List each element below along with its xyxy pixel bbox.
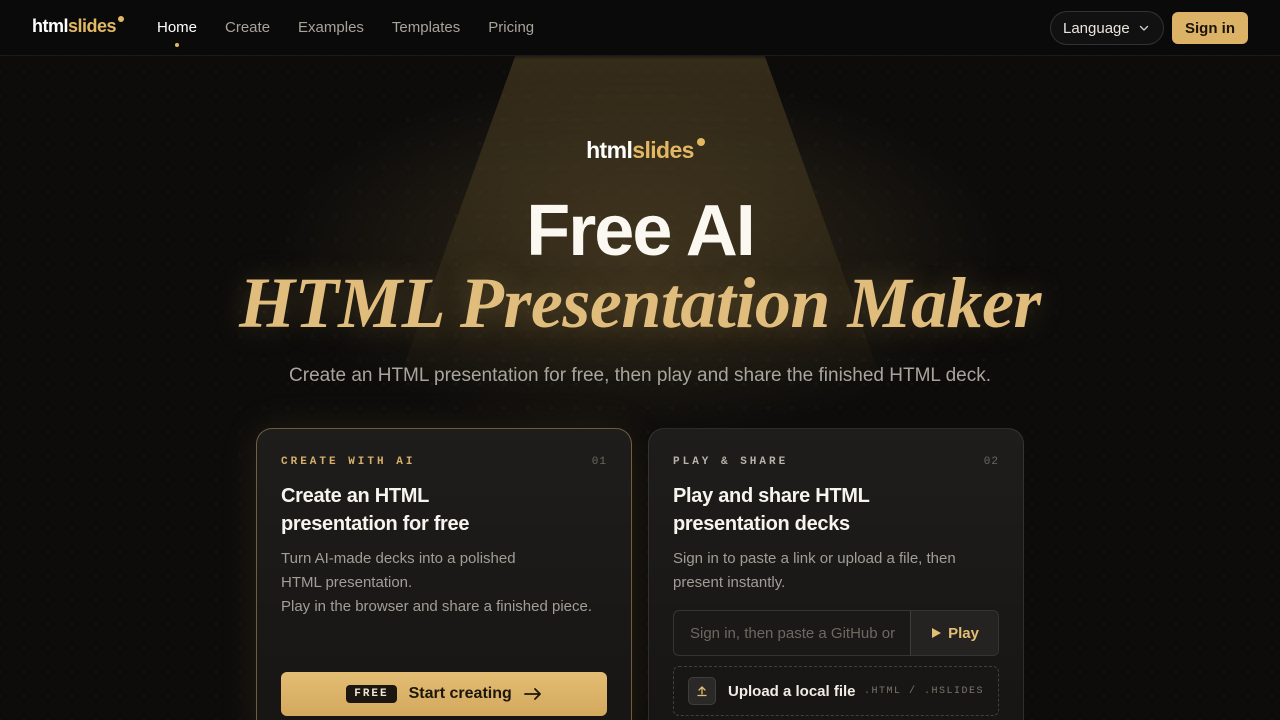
- create-card-description: Turn AI-made decks into a polished HTML …: [281, 547, 611, 619]
- create-card-desc-line3: Play in the browser and share a finished…: [281, 598, 593, 615]
- create-card-number: 01: [591, 456, 607, 468]
- create-card-desc-line2: HTML presentation.: [281, 574, 413, 591]
- hero-logo-text-html: html: [586, 137, 633, 163]
- create-card-title-line1: Create an HTML: [281, 485, 430, 507]
- play-card-eyebrow: PLAY & SHARE: [673, 456, 789, 468]
- create-card-title-line2: presentation for free: [281, 513, 470, 535]
- nav-links: Home Create Examples Templates Pricing: [157, 19, 534, 47]
- upload-icon: [688, 677, 716, 705]
- play-card-number: 02: [983, 456, 999, 468]
- play-button[interactable]: Play: [910, 611, 998, 655]
- play-card-title-line2: presentation decks: [673, 513, 850, 535]
- chevron-down-icon: [1139, 25, 1148, 31]
- hero-subtitle: Create an HTML presentation for free, th…: [289, 365, 991, 386]
- upload-extensions: .HTML / .HSLIDES: [863, 685, 984, 697]
- logo-text-html: html: [32, 16, 69, 36]
- logo-dot: [118, 16, 125, 22]
- logo-text-slides: slides: [68, 16, 117, 36]
- nav-link-home[interactable]: Home: [157, 19, 197, 47]
- arrow-right-icon: [523, 688, 541, 700]
- background-dots: [0, 0, 1280, 720]
- play-label: Play: [948, 624, 979, 642]
- language-label: Language: [1063, 19, 1130, 37]
- play-card-title: Play and share HTML presentation decks: [673, 482, 973, 538]
- play-card-desc-line1: Sign in to paste a link or upload a file…: [673, 550, 956, 567]
- create-card-desc-line1: Turn AI-made decks into a polished: [281, 550, 516, 567]
- hero-logo: htmlslides: [0, 137, 1280, 164]
- hero-logo-text-slides: slides: [632, 137, 694, 163]
- nav-logo[interactable]: htmlslides: [32, 16, 125, 37]
- nav-link-pricing[interactable]: Pricing: [488, 19, 534, 36]
- create-card-title: Create an HTML presentation for free: [281, 482, 581, 538]
- start-creating-button[interactable]: FREE Start creating: [281, 672, 607, 716]
- link-input-row: Play: [673, 610, 999, 656]
- play-card-desc-line2: present instantly.: [673, 574, 786, 591]
- nav-link-templates[interactable]: Templates: [392, 19, 460, 36]
- play-card-title-line1: Play and share HTML: [673, 485, 870, 507]
- create-card-eyebrow: CREATE WITH AI: [281, 456, 416, 468]
- upload-label: Upload a local file: [728, 682, 856, 700]
- presentation-link-input[interactable]: [674, 611, 910, 655]
- hero-title-line2: HTML Presentation Maker: [239, 263, 1041, 343]
- top-nav: htmlslides Home Create Examples Template…: [0, 0, 1280, 56]
- nav-link-create[interactable]: Create: [225, 19, 270, 36]
- hero-title-line1: Free AI: [526, 191, 755, 271]
- play-share-card: PLAY & SHARE 02 Play and share HTML pres…: [648, 428, 1024, 720]
- start-creating-label: Start creating: [408, 685, 512, 702]
- hero-logo-dot: [696, 138, 705, 146]
- play-icon: [932, 628, 942, 638]
- free-badge: FREE: [346, 685, 397, 703]
- upload-file-dropzone[interactable]: Upload a local file .HTML / .HSLIDES: [673, 666, 999, 716]
- play-card-description: Sign in to paste a link or upload a file…: [673, 547, 1003, 595]
- sign-in-button[interactable]: Sign in: [1172, 12, 1248, 44]
- language-select[interactable]: Language: [1050, 11, 1164, 45]
- create-card: CREATE WITH AI 01 Create an HTML present…: [256, 428, 632, 720]
- nav-link-examples[interactable]: Examples: [298, 19, 364, 36]
